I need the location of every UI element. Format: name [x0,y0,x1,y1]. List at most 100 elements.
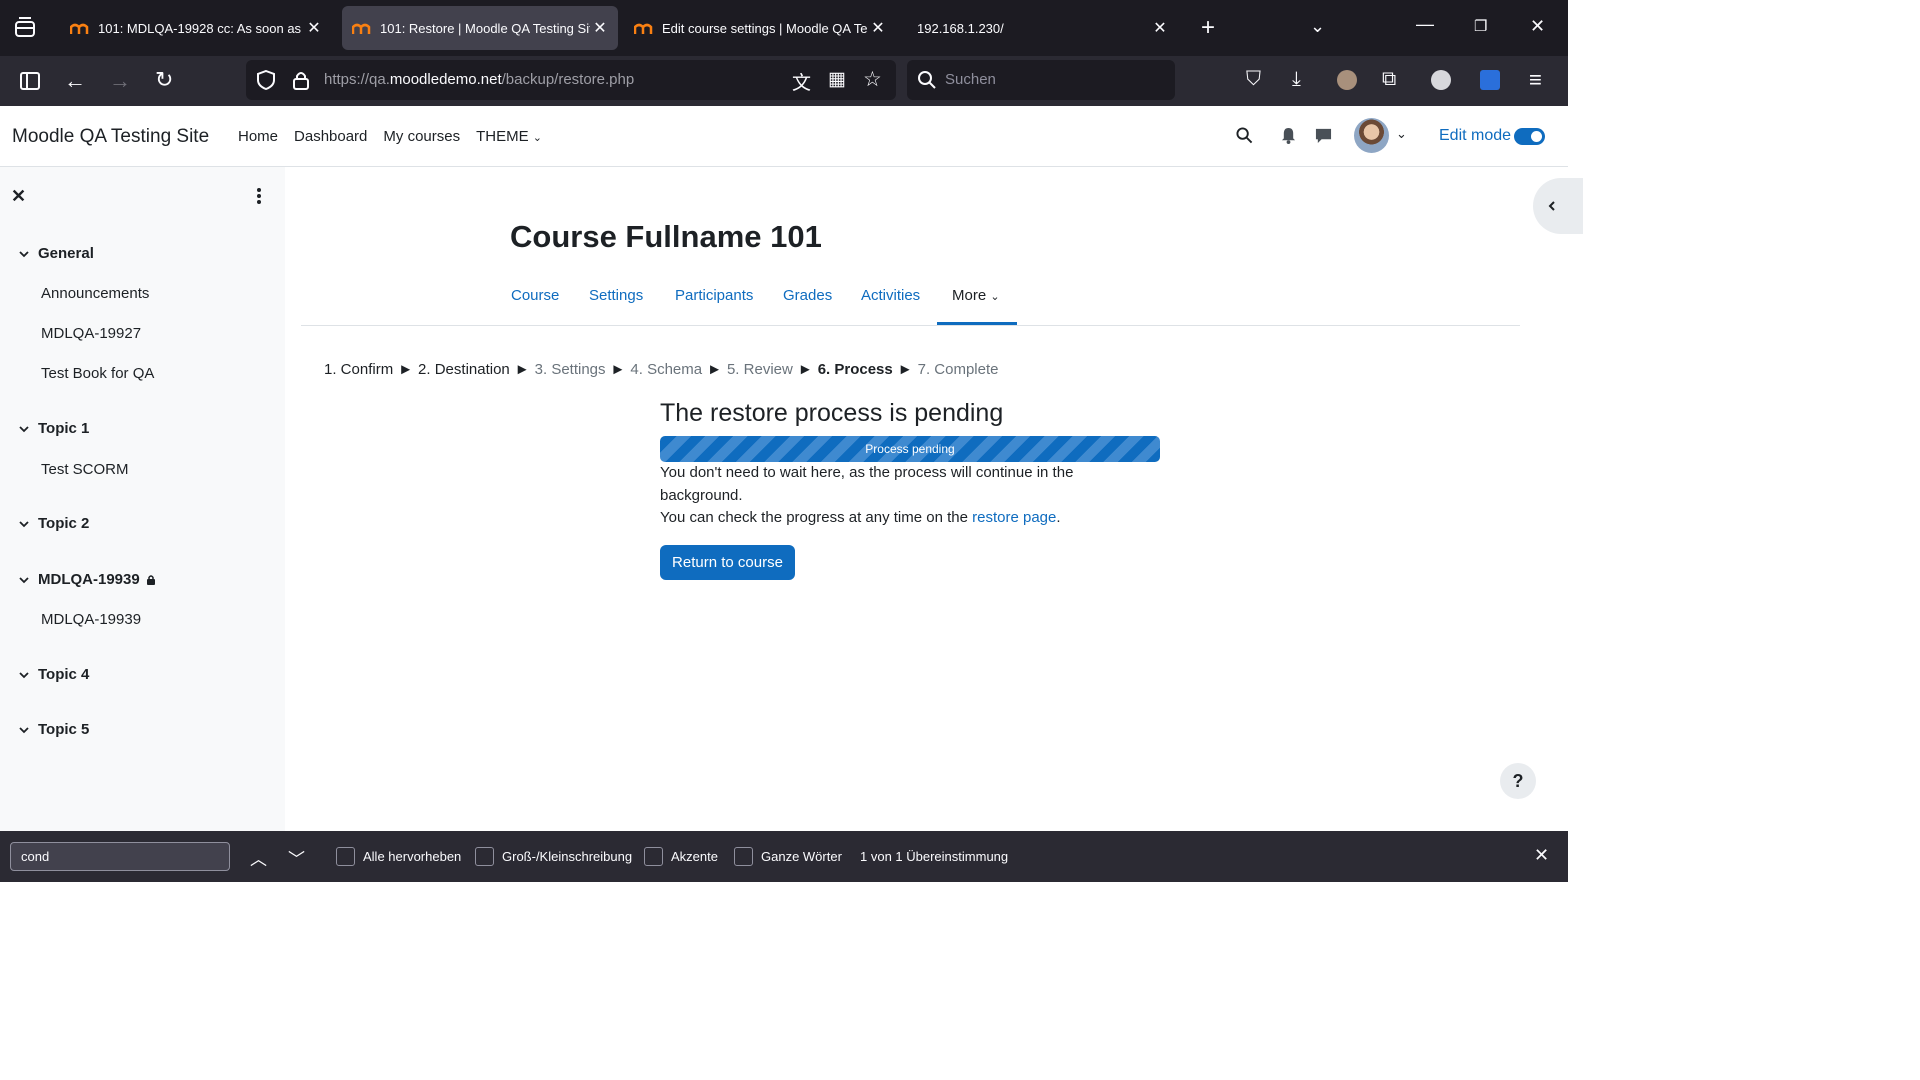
chevron-down-icon[interactable] [18,574,30,586]
new-tab-icon[interactable]: + [1201,14,1215,42]
shield-icon[interactable] [257,70,275,90]
addon-icon[interactable] [1431,70,1451,90]
browser-nav-bar: ← → ↻ https://qa.moodledemo.net/backup/r… [0,56,1568,106]
activity-mdlqa-19927[interactable]: MDLQA-19927 [41,325,141,342]
tab-grades[interactable]: Grades [783,287,832,304]
step-separator: ► [398,361,414,378]
checkbox-box[interactable] [734,847,753,866]
step-separator: ► [797,361,813,378]
url-bar[interactable]: https://qa.moodledemo.net/backup/restore… [246,60,896,100]
chevron-down-icon[interactable] [18,248,30,260]
tab-4[interactable]: 192.168.1.230/ ✕ [906,6,1178,50]
chevron-down-icon[interactable] [18,724,30,736]
checkbox-box[interactable] [336,847,355,866]
tab-2-active[interactable]: 101: Restore | Moodle QA Testing Site ✕ [342,6,618,50]
section-topic-4[interactable]: Topic 4 [18,666,89,683]
nav-theme-label: THEME [476,128,529,145]
lock-icon [146,574,155,585]
checkbox-box[interactable] [475,847,494,866]
tab-course[interactable]: Course [511,287,559,304]
help-button[interactable]: ? [1500,763,1536,799]
activity-test-scorm[interactable]: Test SCORM [41,461,129,478]
section-general[interactable]: General [18,245,94,262]
tab-more[interactable]: More ⌄ [952,287,1000,304]
lock-icon[interactable] [293,70,309,90]
step-complete: 7. Complete [917,361,999,378]
download-icon[interactable]: ⤓ [1292,68,1301,91]
whole-words-checkbox[interactable]: Ganze Wörter [734,847,842,866]
qr-code-icon[interactable]: ▦ [828,68,846,91]
url-text[interactable]: https://qa.moodledemo.net/backup/restore… [324,71,634,88]
kebab-menu-icon[interactable] [251,186,267,206]
restore-page-link[interactable]: restore page [972,509,1056,526]
chevron-down-icon[interactable]: ⌄ [1310,16,1325,37]
find-previous-icon[interactable]: ︿ [250,845,267,870]
highlight-all-checkbox[interactable]: Alle hervorheben [336,847,461,866]
account-avatar-icon[interactable] [1337,70,1357,90]
reload-icon[interactable]: ↻ [155,67,173,93]
section-topic-2[interactable]: Topic 2 [18,515,89,532]
tab-1[interactable]: 101: MDLQA-19928 cc: As soon as we l ✕ [60,6,332,50]
course-index-drawer: ✕ General Announcements MDLQA-19927 Test… [0,167,285,831]
activity-mdlqa-19939[interactable]: MDLQA-19939 [41,611,141,628]
translate-icon[interactable]: 文 [792,68,811,95]
tab-list-icon[interactable] [12,15,38,41]
addon-icon[interactable] [1480,70,1500,90]
notification-bell-icon[interactable] [1281,127,1296,144]
close-icon[interactable]: ✕ [1150,18,1170,38]
extensions-icon[interactable]: ⧉ [1382,68,1396,91]
primary-nav: Home Dashboard My courses THEME ⌄ [238,128,542,145]
nav-my-courses[interactable]: My courses [383,128,460,145]
close-icon[interactable]: ✕ [868,18,888,38]
match-case-checkbox[interactable]: Groß-/Kleinschreibung [475,847,632,866]
nav-theme[interactable]: THEME ⌄ [476,128,542,145]
tab-activities[interactable]: Activities [861,287,920,304]
close-icon[interactable]: ✕ [590,18,610,38]
sidebar-toggle-icon[interactable] [20,72,40,90]
activity-announcements[interactable]: Announcements [41,285,149,302]
site-name[interactable]: Moodle QA Testing Site [12,126,209,148]
bookmark-star-icon[interactable]: ☆ [863,67,882,92]
avatar[interactable] [1354,118,1389,153]
section-mdlqa-19939[interactable]: MDLQA-19939 [18,571,156,588]
pocket-icon[interactable]: ⛉ [1246,68,1261,91]
chevron-down-icon[interactable]: ⌄ [1396,126,1407,142]
restore-window-icon[interactable]: ❐ [1474,17,1487,35]
close-icon[interactable]: ✕ [304,18,324,38]
checkbox-box[interactable] [644,847,663,866]
back-icon[interactable]: ← [64,68,86,94]
chevron-down-icon: ⌄ [532,132,542,144]
match-diacritics-checkbox[interactable]: Akzente [644,847,718,866]
search-icon[interactable] [1236,127,1253,144]
step-settings: 3. Settings [534,361,606,378]
return-to-course-button[interactable]: Return to course [660,545,795,580]
info-text: You can check the progress at any time o… [660,509,1061,526]
find-input[interactable]: cond [10,842,230,871]
section-topic-5[interactable]: Topic 5 [18,721,89,738]
block-drawer-toggle[interactable] [1533,178,1583,234]
close-icon[interactable]: ✕ [1534,845,1549,866]
nav-home[interactable]: Home [238,128,278,145]
tab-3[interactable]: Edit course settings | Moodle QA Testin … [624,6,896,50]
find-next-icon[interactable]: ﹀ [288,845,305,870]
chevron-down-icon[interactable] [18,423,30,435]
close-window-icon[interactable]: ✕ [1530,16,1545,37]
section-topic-1[interactable]: Topic 1 [18,420,89,437]
activity-test-book[interactable]: Test Book for QA [41,365,154,382]
edit-mode-toggle[interactable] [1514,128,1545,145]
menu-icon[interactable]: ≡ [1529,67,1542,93]
nav-dashboard[interactable]: Dashboard [294,128,367,145]
tab-participants[interactable]: Participants [675,287,753,304]
forward-icon[interactable]: → [109,68,131,94]
close-icon[interactable]: ✕ [11,186,26,207]
tab-settings[interactable]: Settings [589,287,643,304]
chevron-down-icon[interactable] [18,669,30,681]
step-separator: ► [897,361,913,378]
minimize-icon[interactable]: — [1416,14,1434,35]
url-host: moodledemo.net [389,71,502,88]
messages-icon[interactable] [1315,127,1332,144]
tab-title: 192.168.1.230/ [917,20,1004,36]
section-title: Topic 2 [38,515,90,532]
chevron-down-icon[interactable] [18,518,30,530]
search-bar[interactable]: Suchen [907,60,1175,100]
